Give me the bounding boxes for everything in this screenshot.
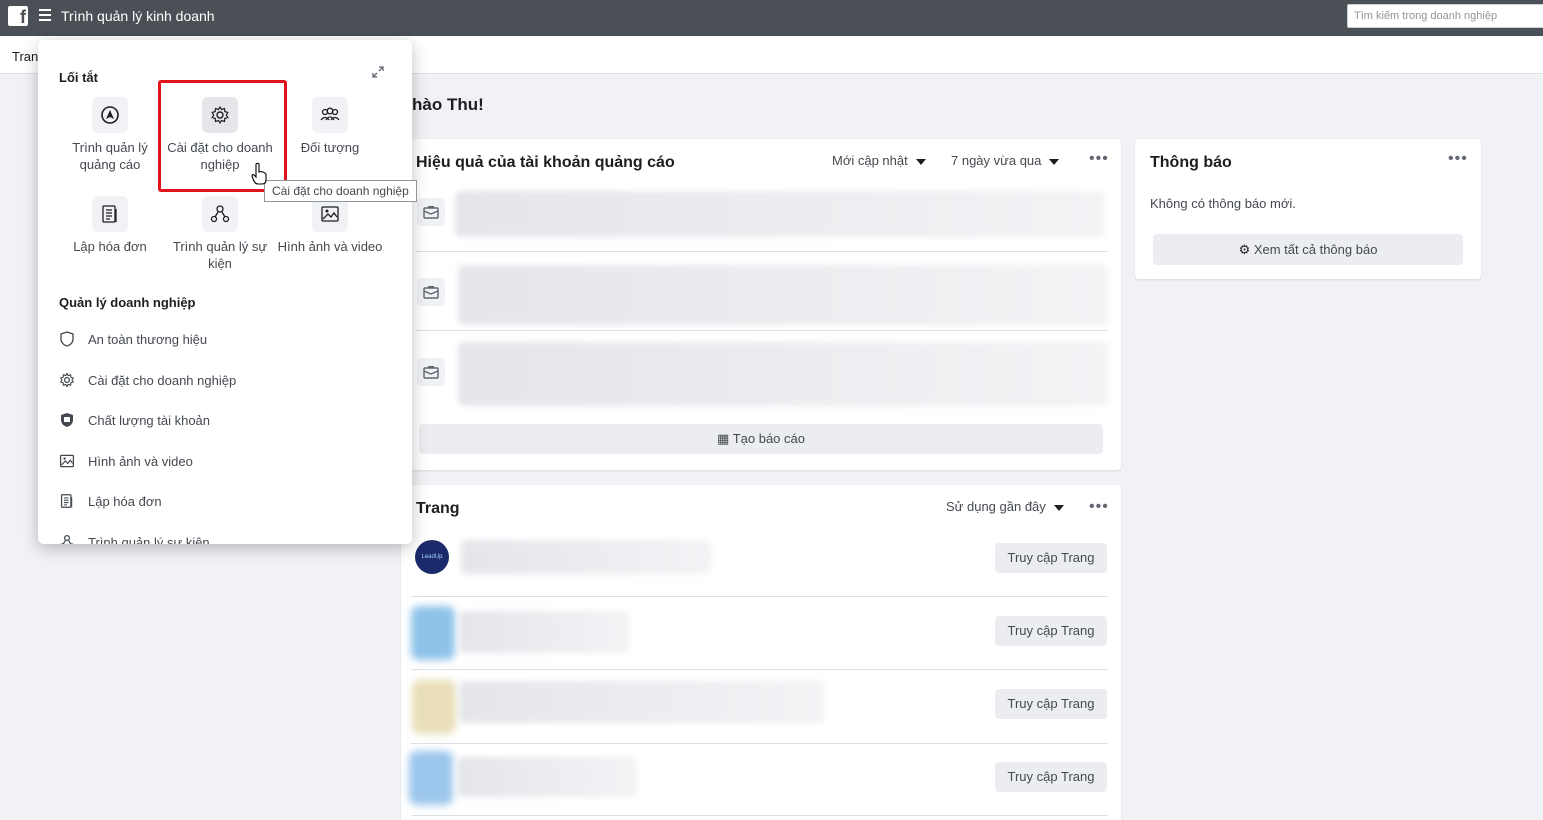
shortcut-label: Hình ảnh và video bbox=[277, 239, 383, 254]
event-network-icon bbox=[58, 533, 76, 544]
gear-icon bbox=[58, 371, 76, 389]
blurred-page-name bbox=[457, 757, 637, 797]
blurred-page-name bbox=[459, 681, 825, 723]
menu-item-events-manager[interactable]: Trình quản lý sự kiện bbox=[58, 530, 210, 544]
event-network-icon bbox=[202, 196, 238, 232]
ad-account-icon bbox=[417, 278, 445, 306]
create-report-button[interactable]: ▦ Tạo báo cáo bbox=[419, 424, 1103, 454]
shortcut-audiences[interactable]: Đối tượng bbox=[275, 97, 385, 156]
caret-down-icon bbox=[915, 158, 926, 165]
hand-cursor-icon bbox=[251, 162, 267, 191]
shield-check-icon bbox=[58, 411, 76, 429]
more-options-icon[interactable]: ••• bbox=[1448, 151, 1468, 167]
caret-down-icon bbox=[1049, 158, 1060, 165]
visit-page-button[interactable]: Truy cập Trang bbox=[995, 616, 1107, 646]
shortcut-label: Lập hóa đơn bbox=[73, 239, 147, 254]
pages-sort-dropdown[interactable]: Sử dụng gần đây bbox=[946, 499, 1064, 514]
facebook-logo-icon[interactable]: f bbox=[8, 6, 28, 26]
caret-down-icon bbox=[1053, 504, 1064, 511]
blurred-account-row bbox=[455, 191, 1105, 237]
blurred-account-row bbox=[458, 342, 1108, 406]
menu-item-label: Trình quản lý sự kiện bbox=[88, 534, 210, 545]
highlight-box bbox=[158, 80, 287, 192]
navigation-arrow-icon bbox=[92, 97, 128, 133]
pages-card: Trang Sử dụng gần đây ••• LeadUp Truy cậ… bbox=[401, 485, 1121, 820]
notifications-title: Thông báo bbox=[1150, 154, 1232, 171]
notifications-card: Thông báo ••• Không có thông báo mới. ⚙ … bbox=[1135, 139, 1481, 279]
divider bbox=[411, 596, 1108, 597]
menu-item-label: Cài đặt cho doanh nghiệp bbox=[88, 372, 237, 388]
page-thumbnail bbox=[411, 606, 455, 660]
pages-sort-label: Sử dụng gần đây bbox=[946, 499, 1046, 514]
more-options-icon[interactable]: ••• bbox=[1089, 151, 1109, 167]
tooltip: Cài đặt cho doanh nghiệp bbox=[264, 180, 417, 202]
subnav-tab-home[interactable]: Tran bbox=[12, 49, 38, 64]
expand-icon[interactable] bbox=[372, 65, 384, 78]
shortcut-media[interactable]: Hình ảnh và video bbox=[275, 196, 385, 255]
app-title[interactable]: Trình quản lý kinh doanh bbox=[61, 8, 215, 24]
menu-item-label: Chất lượng tài khoản bbox=[88, 412, 211, 428]
greeting-heading: hào Thu! bbox=[412, 95, 484, 114]
hamburger-menu-icon[interactable] bbox=[39, 9, 51, 21]
shortcut-billing[interactable]: Lập hóa đơn bbox=[55, 196, 165, 255]
ad-performance-card: Hiệu quả của tài khoản quảng cáo Mới cập… bbox=[401, 139, 1121, 470]
shield-icon bbox=[58, 330, 76, 348]
ad-performance-title: Hiệu quả của tài khoản quảng cáo bbox=[416, 154, 675, 171]
business-manage-heading: Quản lý doanh nghiệp bbox=[59, 295, 196, 310]
blurred-page-name bbox=[461, 540, 711, 574]
divider bbox=[411, 815, 1108, 816]
divider bbox=[411, 743, 1108, 744]
business-menu-panel: Lối tắt Trình quản lý quảng cáo Cài đặt … bbox=[38, 40, 412, 544]
menu-item-brand-safety[interactable]: An toàn thương hiệu bbox=[58, 327, 207, 351]
visit-page-button[interactable]: Truy cập Trang bbox=[995, 543, 1107, 573]
shortcut-ads-manager[interactable]: Trình quản lý quảng cáo bbox=[55, 97, 165, 173]
menu-item-label: An toàn thương hiệu bbox=[88, 331, 208, 347]
divider bbox=[411, 669, 1108, 670]
divider bbox=[416, 330, 1108, 331]
date-range-label: 7 ngày vừa qua bbox=[951, 153, 1042, 168]
sort-dropdown-label: Mới cập nhật bbox=[832, 153, 908, 168]
sort-dropdown[interactable]: Mới cập nhật bbox=[832, 153, 926, 168]
shortcut-label: Trình quản lý sự kiện bbox=[172, 239, 268, 271]
ad-account-icon bbox=[417, 358, 445, 386]
menu-item-account-quality[interactable]: Chất lượng tài khoản bbox=[58, 408, 210, 432]
report-icon: ▦ bbox=[717, 431, 730, 446]
visit-page-button[interactable]: Truy cập Trang bbox=[995, 762, 1107, 792]
more-options-icon[interactable]: ••• bbox=[1089, 499, 1109, 515]
shortcut-label: Trình quản lý quảng cáo bbox=[72, 140, 148, 172]
menu-item-billing[interactable]: Lập hóa đơn bbox=[58, 489, 162, 513]
blurred-account-row bbox=[458, 265, 1108, 325]
no-notifications-text: Không có thông báo mới. bbox=[1150, 196, 1296, 211]
blurred-page-name bbox=[459, 611, 629, 653]
shortcuts-heading: Lối tắt bbox=[59, 70, 98, 85]
pages-title: Trang bbox=[416, 500, 460, 517]
menu-item-label: Hình ảnh và video bbox=[88, 453, 193, 469]
billing-stack-icon bbox=[58, 492, 76, 510]
view-all-notifications-button[interactable]: ⚙ Xem tất cả thông báo bbox=[1153, 234, 1463, 265]
gear-icon: ⚙ bbox=[1238, 242, 1251, 257]
image-icon bbox=[58, 452, 76, 470]
ad-account-icon bbox=[417, 198, 445, 226]
menu-item-media[interactable]: Hình ảnh và video bbox=[58, 449, 193, 473]
divider bbox=[416, 251, 1108, 252]
people-group-icon bbox=[312, 97, 348, 133]
shortcut-label: Đối tượng bbox=[300, 140, 360, 155]
billing-stack-icon bbox=[92, 196, 128, 232]
page-thumbnail bbox=[409, 751, 453, 805]
menu-item-label: Lập hóa đơn bbox=[88, 493, 162, 509]
date-range-dropdown[interactable]: 7 ngày vừa qua bbox=[951, 153, 1060, 168]
search-input[interactable]: Tìm kiếm trong doanh nghiệp bbox=[1347, 4, 1543, 28]
page-thumbnail bbox=[412, 680, 456, 734]
create-report-label: Tạo báo cáo bbox=[732, 431, 805, 446]
shortcut-events-manager[interactable]: Trình quản lý sự kiện bbox=[165, 196, 275, 272]
menu-item-business-settings[interactable]: Cài đặt cho doanh nghiệp bbox=[58, 368, 236, 392]
visit-page-button[interactable]: Truy cập Trang bbox=[995, 689, 1107, 719]
top-bar: f Trình quản lý kinh doanh Tìm kiếm tron… bbox=[0, 0, 1543, 36]
view-all-label: Xem tất cả thông báo bbox=[1253, 242, 1378, 257]
page-avatar[interactable]: LeadUp bbox=[415, 540, 449, 574]
